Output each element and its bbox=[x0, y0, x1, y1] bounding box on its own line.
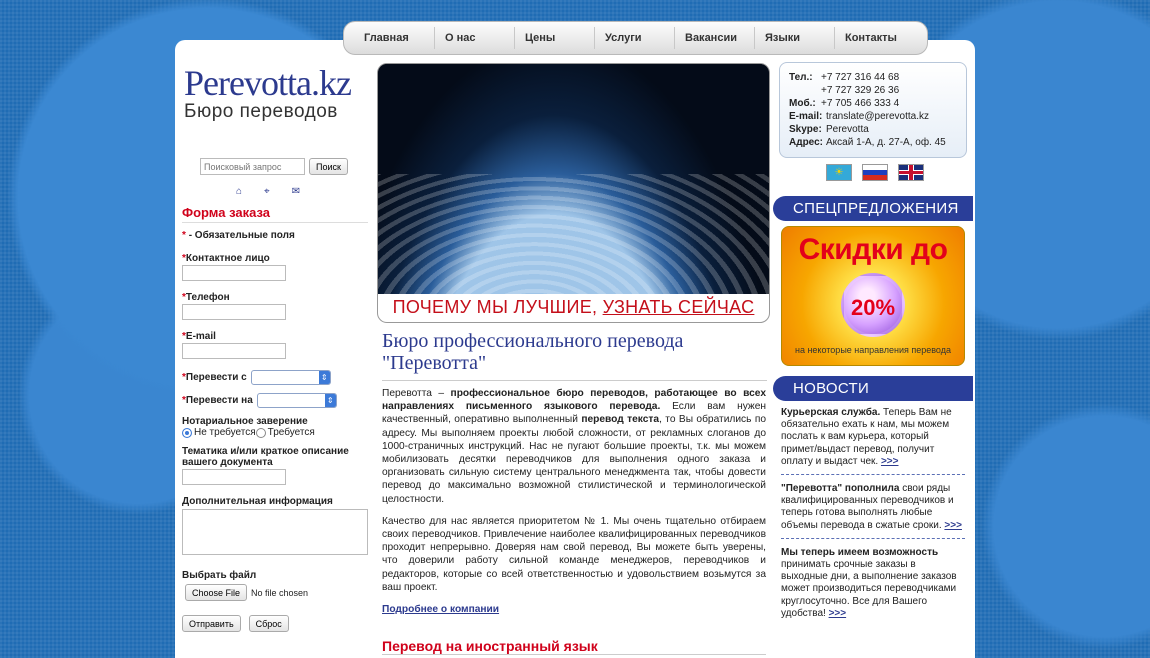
skype-name: Perevotta bbox=[826, 124, 869, 135]
from-language-row: *Перевести с bbox=[182, 370, 368, 385]
to-language-row: *Перевести на bbox=[182, 393, 368, 408]
reset-button[interactable]: Сброс bbox=[248, 615, 289, 632]
file-picker: Choose File No file chosen bbox=[185, 584, 368, 601]
nav-contacts[interactable]: Контакты bbox=[834, 27, 914, 49]
russia-flag-icon[interactable] bbox=[862, 164, 888, 181]
to-label: *Перевести на bbox=[182, 395, 253, 406]
address: Аксай 1-А, д. 27-А, оф. 45 bbox=[826, 137, 946, 148]
topic-field[interactable] bbox=[182, 469, 286, 485]
contacts-box: Тел.: +7 727 316 44 68 +7 727 329 26 36 М… bbox=[779, 62, 967, 158]
special-offers-band: СПЕЦПРЕДЛОЖЕНИЯ bbox=[773, 196, 973, 221]
promo-headline: Скидки до bbox=[798, 233, 948, 266]
top-nav: Главная О нас Цены Услуги Вакансии Языки… bbox=[343, 21, 928, 55]
form-buttons: Отправить Сброс bbox=[182, 615, 368, 632]
uk-flag-icon[interactable] bbox=[898, 164, 924, 181]
news-list: Курьерская служба. Теперь Вам не обязате… bbox=[781, 407, 965, 634]
from-language-select[interactable] bbox=[250, 370, 331, 385]
news-item: Курьерская служба. Теперь Вам не обязате… bbox=[781, 407, 965, 476]
order-form: Форма заказа * - Обязательные поля *Конт… bbox=[182, 205, 368, 632]
kazakhstan-flag-icon[interactable]: ☀ bbox=[826, 164, 852, 181]
contact-label: *Контактное лицо bbox=[182, 253, 270, 264]
phone-1: +7 727 316 44 68 bbox=[821, 72, 900, 83]
logo-brand: Perevotta.kz bbox=[184, 63, 352, 103]
order-form-title: Форма заказа bbox=[182, 205, 368, 223]
notary-options: Не требуется Требуется bbox=[182, 427, 368, 438]
notary-not-required-radio[interactable] bbox=[182, 427, 192, 438]
choose-file-button[interactable]: Choose File bbox=[185, 584, 248, 601]
extra-info-textarea[interactable] bbox=[182, 509, 368, 555]
phone-field[interactable] bbox=[182, 304, 286, 320]
nav-languages[interactable]: Языки bbox=[754, 27, 834, 49]
mobile-phone: +7 705 466 333 4 bbox=[821, 98, 900, 109]
news-more-link[interactable]: >>> bbox=[881, 456, 899, 467]
to-language-select[interactable] bbox=[256, 393, 337, 408]
intro-paragraph: Перевотта – профессиональное бюро перево… bbox=[382, 388, 767, 505]
contact-field[interactable] bbox=[182, 265, 286, 281]
search-input[interactable] bbox=[200, 158, 305, 175]
notary-required-radio[interactable] bbox=[255, 427, 266, 438]
hero-banner[interactable]: ПОЧЕМУ МЫ ЛУЧШИЕ, УЗНАТЬ СЕЙЧАС bbox=[377, 63, 770, 323]
news-item: "Перевотта" пополнила свои ряды квалифиц… bbox=[781, 483, 965, 539]
file-label: Выбрать файл bbox=[182, 570, 257, 581]
sitemap-icon[interactable]: ⌖ bbox=[264, 186, 270, 197]
banner-caption[interactable]: ПОЧЕМУ МЫ ЛУЧШИЕ, УЗНАТЬ СЕЙЧАС bbox=[378, 294, 769, 318]
news-band: НОВОСТИ bbox=[773, 376, 973, 401]
promo-percent: 20% bbox=[841, 273, 905, 337]
email-address[interactable]: translate@perevotta.kz bbox=[826, 110, 929, 123]
promo-note: на некоторые направления перевода bbox=[794, 345, 951, 355]
phone-label: *Телефон bbox=[182, 292, 230, 303]
extra-label: Дополнительная информация bbox=[182, 496, 333, 507]
logo-subtitle: Бюро переводов bbox=[184, 101, 338, 122]
email-label: *E-mail bbox=[182, 331, 216, 342]
nav-home[interactable]: Главная bbox=[354, 27, 434, 49]
language-flags: ☀ bbox=[826, 164, 924, 181]
news-more-link[interactable]: >>> bbox=[944, 520, 962, 531]
quick-icons: ⌂ ⌖ ✉ bbox=[236, 186, 300, 197]
nav-prices[interactable]: Цены bbox=[514, 27, 594, 49]
phone-2: +7 727 329 26 36 bbox=[821, 85, 900, 96]
submit-button[interactable]: Отправить bbox=[182, 615, 241, 632]
required-note: * - Обязательные поля bbox=[182, 230, 295, 241]
nav-services[interactable]: Услуги bbox=[594, 27, 674, 49]
email-field[interactable] bbox=[182, 343, 286, 359]
nav-about[interactable]: О нас bbox=[434, 27, 514, 49]
notary-label: Нотариальное заверение bbox=[182, 416, 308, 427]
discount-promo[interactable]: Скидки до 20% на некоторые направления п… bbox=[781, 226, 965, 366]
search-bar: Поиск bbox=[200, 158, 348, 175]
about-company-link[interactable]: Подробнее о компании bbox=[382, 604, 499, 615]
topic-label: Тематика и/или краткое описание вашего д… bbox=[182, 446, 349, 468]
nav-vacancies[interactable]: Вакансии bbox=[674, 27, 754, 49]
from-label: *Перевести с bbox=[182, 372, 247, 383]
home-icon[interactable]: ⌂ bbox=[236, 186, 242, 197]
earth-image bbox=[378, 64, 769, 294]
main-text: Перевотта – профессиональное бюро перево… bbox=[382, 387, 766, 625]
section-title: Перевод на иностранный язык bbox=[382, 638, 766, 655]
notary-required-label: Требуется bbox=[267, 427, 315, 438]
mail-icon[interactable]: ✉ bbox=[292, 186, 300, 197]
page-title: Бюро профессионального перевода "Перевот… bbox=[382, 330, 767, 381]
news-more-link[interactable]: >>> bbox=[829, 608, 847, 619]
file-status: No file chosen bbox=[251, 587, 309, 598]
notary-not-required-label: Не требуется bbox=[194, 427, 256, 438]
news-item: Мы теперь имеем возможность принимать ср… bbox=[781, 546, 957, 619]
quality-paragraph: Качество для нас является приоритетом № … bbox=[382, 515, 766, 593]
search-button[interactable]: Поиск bbox=[309, 158, 348, 175]
logo[interactable]: Perevotta.kz Бюро переводов bbox=[184, 64, 369, 122]
